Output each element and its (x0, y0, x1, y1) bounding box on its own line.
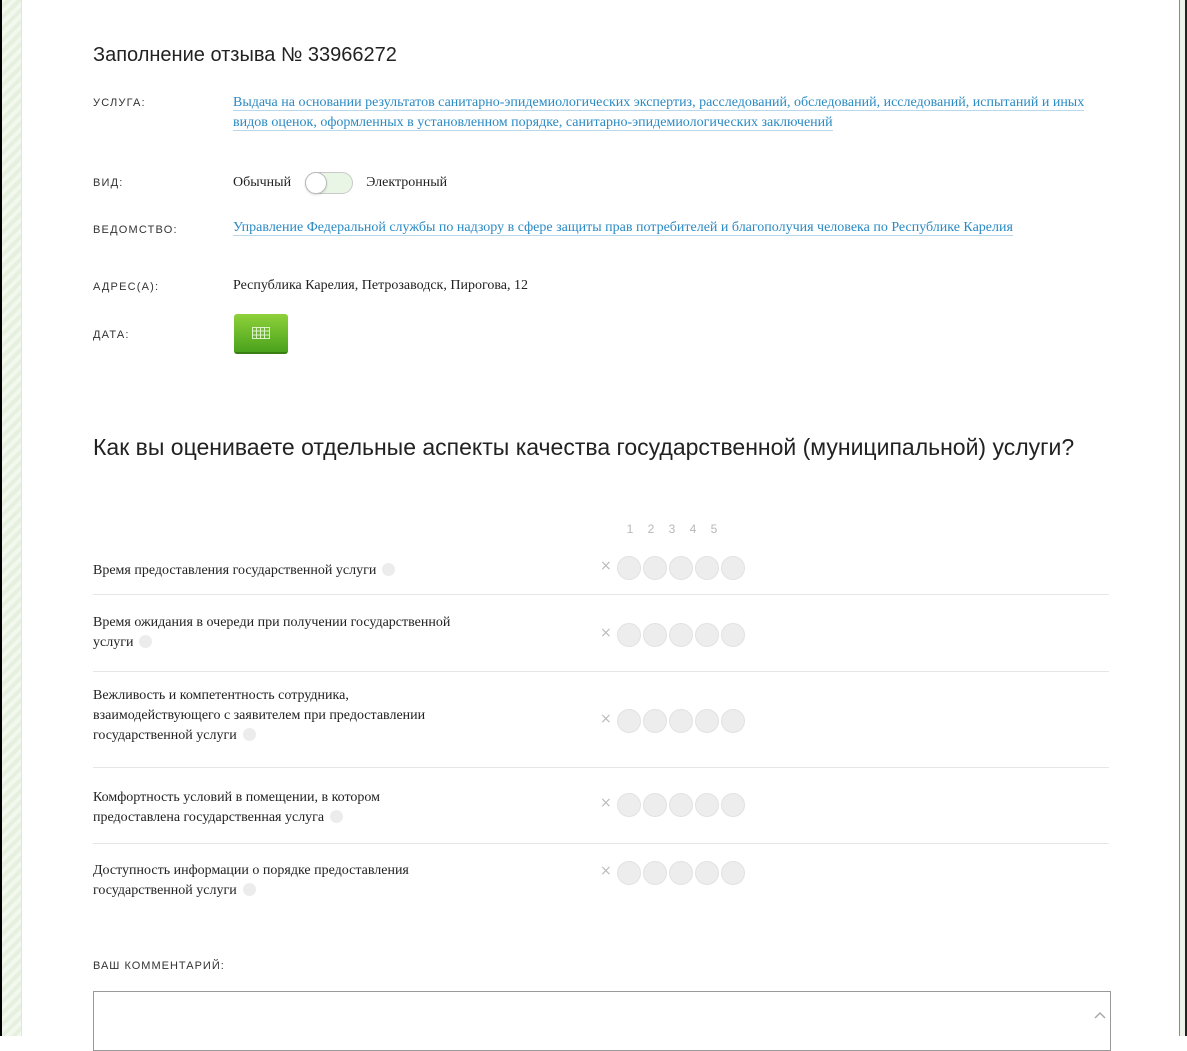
rating-question-row: Доступность информации о порядке предост… (93, 844, 1109, 924)
toggle-knob[interactable] (305, 172, 328, 194)
scale-number: 5 (710, 522, 718, 536)
info-icon[interactable] (330, 810, 344, 823)
type-switch-row: Обычный Электронный (233, 172, 447, 194)
chevron-up-icon[interactable] (1093, 1010, 1107, 1020)
type-label: ВИД: (93, 177, 124, 189)
rating-circle-4[interactable] (695, 861, 719, 885)
service-label: УСЛУГА: (93, 97, 146, 109)
info-icon[interactable] (242, 728, 256, 741)
rating-circle-3[interactable] (669, 556, 693, 580)
rating-circle-1[interactable] (617, 793, 641, 817)
type-toggle-switch[interactable] (305, 172, 354, 194)
rating-circle-2[interactable] (643, 793, 667, 817)
rating-circle-4[interactable] (695, 556, 719, 580)
rating-section-title: Как вы оцениваете отдельные аспекты каче… (93, 434, 1075, 460)
question-text: Вежливость и компетентность сотрудника, … (93, 688, 426, 743)
page-side-pattern (0, 0, 22, 1036)
rating-circle-1[interactable] (617, 623, 641, 647)
service-link-text[interactable]: Выдача на основании результатов санитарн… (233, 95, 1085, 131)
info-icon[interactable] (139, 635, 153, 648)
rating-circle-2[interactable] (643, 623, 667, 647)
scale-number: 1 (626, 522, 634, 536)
comment-textarea[interactable] (93, 991, 1111, 1051)
rating-circle-4[interactable] (695, 793, 719, 817)
scale-number: 3 (668, 522, 676, 536)
question-text: Доступность информации о порядке предост… (93, 863, 409, 898)
agency-label: ВЕДОМСТВО: (93, 224, 178, 236)
question-text: Время ожидания в очереди при получении г… (93, 615, 451, 650)
rating-circle-1[interactable] (617, 861, 641, 885)
rating-circle-5[interactable] (721, 861, 745, 885)
type-option-regular[interactable]: Обычный (233, 175, 291, 191)
rating-circle-3[interactable] (669, 861, 693, 885)
rating-circle-4[interactable] (695, 709, 719, 733)
rating-circle-4[interactable] (695, 623, 719, 647)
clear-rating-button[interactable]: × (600, 795, 612, 811)
info-icon[interactable] (242, 883, 256, 896)
info-icon[interactable] (382, 563, 396, 576)
calendar-icon (252, 327, 270, 339)
form-title: Заполнение отзыва № 33966272 (93, 44, 397, 66)
clear-rating-button[interactable]: × (600, 558, 612, 574)
date-label: ДАТА: (93, 329, 130, 341)
rating-circle-3[interactable] (669, 623, 693, 647)
scale-number: 2 (647, 522, 655, 536)
rating-circle-5[interactable] (721, 793, 745, 817)
rating-question-row: Время ожидания в очереди при получении г… (93, 595, 1109, 672)
clear-rating-button[interactable]: × (600, 863, 612, 879)
rating-circle-5[interactable] (721, 623, 745, 647)
rating-question-row: Вежливость и компетентность сотрудника, … (93, 672, 1109, 768)
rating-circle-2[interactable] (643, 556, 667, 580)
rating-circle-5[interactable] (721, 556, 745, 580)
agency-link[interactable]: Управление Федеральной службы по надзору… (233, 218, 1103, 238)
rating-circle-2[interactable] (643, 709, 667, 733)
date-picker-button[interactable] (234, 314, 288, 354)
window-border-left (0, 0, 2, 1036)
address-label: АДРЕС(А): (93, 281, 160, 293)
rating-circle-1[interactable] (617, 709, 641, 733)
clear-rating-button[interactable]: × (600, 625, 612, 641)
comment-label: ВАШ КОММЕНТАРИЙ: (93, 960, 225, 972)
type-option-electronic[interactable]: Электронный (366, 175, 447, 191)
rating-question-row: Время предоставления государственной усл… (93, 545, 1109, 595)
agency-link-text[interactable]: Управление Федеральной службы по надзору… (233, 220, 1013, 236)
rating-circle-5[interactable] (721, 709, 745, 733)
rating-circle-2[interactable] (643, 861, 667, 885)
address-value: Республика Карелия, Петрозаводск, Пирого… (233, 278, 528, 293)
clear-rating-button[interactable]: × (600, 711, 612, 727)
question-text: Комфортность условий в помещении, в кото… (93, 790, 381, 825)
rating-circle-3[interactable] (669, 709, 693, 733)
scale-number: 4 (689, 522, 697, 536)
rating-circle-1[interactable] (617, 556, 641, 580)
rating-question-row: Комфортность условий в помещении, в кото… (93, 768, 1109, 844)
service-link[interactable]: Выдача на основании результатов санитарн… (233, 93, 1103, 133)
question-text: Время предоставления государственной усл… (93, 561, 453, 581)
rating-circle-3[interactable] (669, 793, 693, 817)
